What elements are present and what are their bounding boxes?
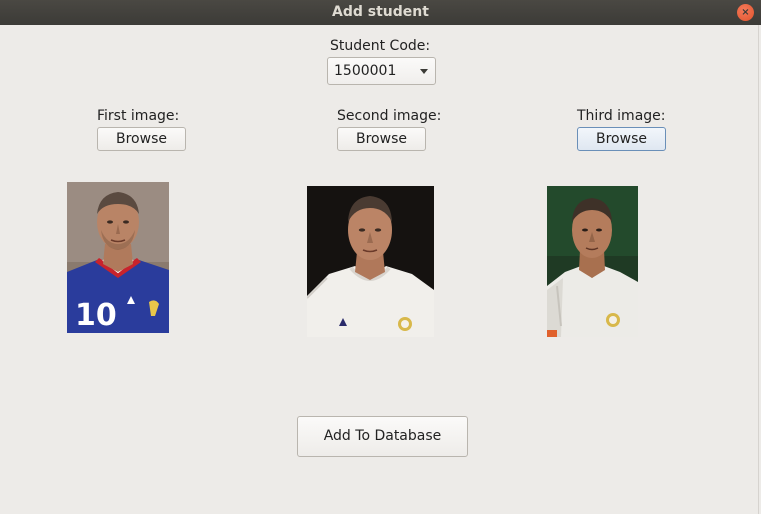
second-image-preview	[307, 186, 434, 337]
first-image-preview: 10	[67, 182, 169, 333]
add-to-database-button[interactable]: Add To Database	[297, 416, 468, 457]
second-image-label: Second image:	[337, 108, 442, 124]
window-title: Add student	[332, 4, 429, 20]
chevron-down-icon	[420, 69, 428, 74]
second-image-browse-button[interactable]: Browse	[337, 127, 426, 151]
window-edge	[758, 25, 759, 514]
third-image-preview	[547, 186, 638, 337]
student-code-dropdown[interactable]: 1500001	[327, 57, 436, 85]
third-image-label: Third image:	[577, 108, 666, 124]
first-image-browse-button[interactable]: Browse	[97, 127, 186, 151]
close-icon[interactable]: ×	[737, 4, 754, 21]
first-image-label: First image:	[97, 108, 180, 124]
third-image-browse-button[interactable]: Browse	[577, 127, 666, 151]
title-bar: Add student ×	[0, 0, 761, 25]
student-code-label: Student Code:	[330, 38, 431, 54]
add-student-window: Add student × Student Code: 1500001 Firs…	[0, 0, 761, 514]
jersey-number: 10	[75, 298, 117, 333]
student-code-value: 1500001	[334, 63, 397, 79]
